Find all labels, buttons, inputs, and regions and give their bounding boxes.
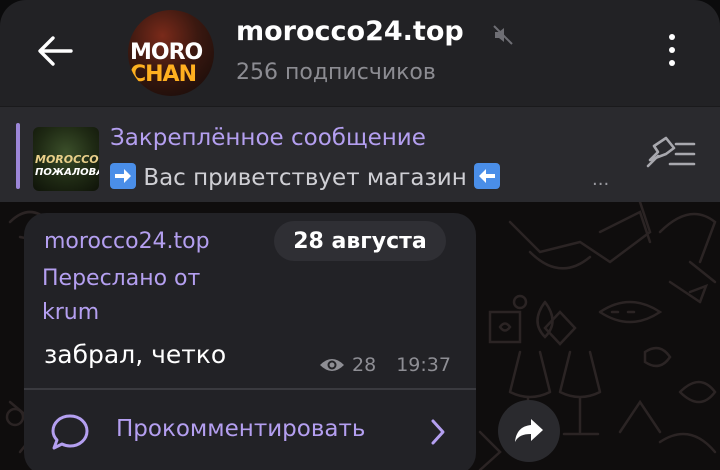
muted-speaker-icon	[492, 24, 514, 50]
channel-avatar[interactable]: MORO CHAN	[128, 10, 214, 96]
message-channel-name[interactable]: morocco24.top	[44, 229, 210, 254]
chat-header: MORO CHAN morocco24.top 256 подписчиков	[0, 0, 720, 106]
message-time: 19:37	[396, 354, 451, 376]
date-badge: 28 августа	[274, 221, 446, 261]
share-button[interactable]	[498, 400, 560, 462]
arrow-left-icon	[38, 36, 73, 66]
pinned-title: Закреплённое сообщение	[110, 125, 426, 151]
back-button[interactable]	[30, 28, 80, 74]
right-arrow-emoji-icon	[110, 163, 136, 189]
kebab-menu-icon[interactable]	[656, 30, 688, 70]
comment-button[interactable]: Прокомментировать	[116, 416, 365, 442]
bubble-divider	[24, 388, 476, 390]
message-meta: 28 19:37	[318, 354, 451, 376]
pinned-text: Вас приветствует магазин	[110, 163, 501, 191]
left-arrow-emoji-icon	[474, 163, 501, 189]
subscriber-count: 256 подписчиков	[236, 60, 436, 85]
eye-icon	[320, 359, 344, 371]
pinned-message-bar[interactable]: MOROCCO ПОЖАЛОВАТЬ Закреплённое сообщени…	[0, 106, 720, 202]
share-arrow-icon	[515, 419, 543, 442]
pinned-accent-bar	[16, 123, 20, 189]
channel-title[interactable]: morocco24.top	[236, 16, 464, 47]
view-count: 28	[352, 354, 377, 376]
forwarded-from-label[interactable]: Переслано от krum	[42, 262, 262, 330]
pinned-ellipsis: ...	[592, 169, 610, 190]
unpin-list-icon[interactable]	[644, 134, 696, 178]
chevron-right-icon[interactable]	[428, 418, 448, 450]
comment-icon[interactable]	[50, 412, 90, 456]
pinned-thumbnail: MOROCCO ПОЖАЛОВАТЬ	[33, 127, 99, 191]
message-text: забрал, четко	[44, 340, 227, 369]
